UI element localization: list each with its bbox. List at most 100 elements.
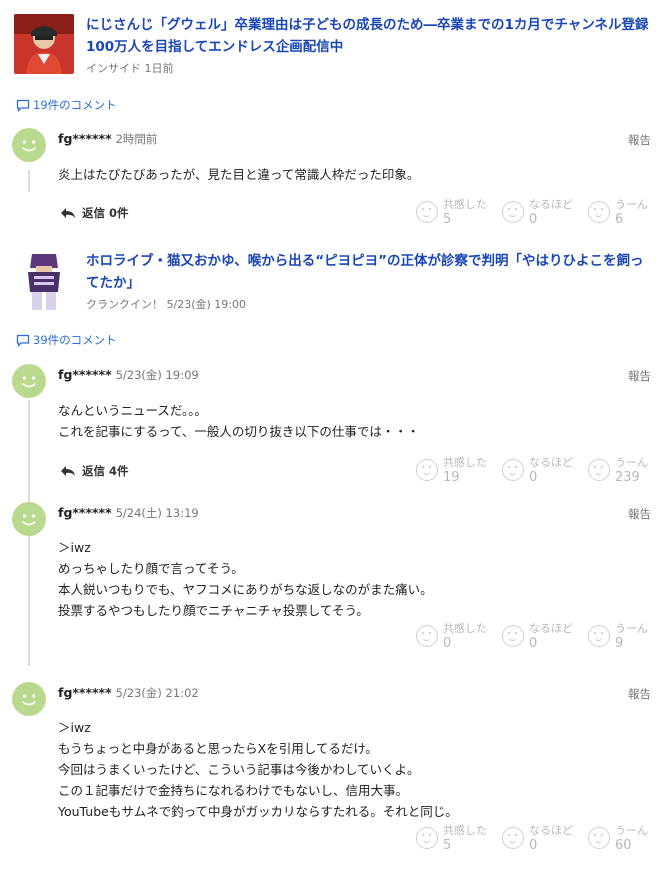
reaction-bar: 共感した 5 なるほど 0 うーん 6 xyxy=(416,198,667,227)
comment-username[interactable]: fg****** xyxy=(58,367,112,382)
article-source: クランクイン！ xyxy=(86,298,163,311)
article-title[interactable]: ホロライブ・猫又おかゆ、喉から出る“ピヨピヨ”の正体が診察で判明「やはりひよこを… xyxy=(86,250,656,294)
reaction-label: 共感した xyxy=(443,622,487,635)
reply-arrow-icon xyxy=(61,208,75,218)
reaction-count: 0 xyxy=(529,838,538,853)
reaction-agree[interactable]: 共感した 0 xyxy=(416,622,502,651)
reaction-insightful[interactable]: なるほど 0 xyxy=(502,456,588,485)
avatar xyxy=(12,128,46,162)
comment-username[interactable]: fg****** xyxy=(58,505,112,520)
reaction-count: 239 xyxy=(615,470,640,485)
report-button[interactable]: 報告 xyxy=(628,132,651,148)
reaction-label: うーん xyxy=(615,456,648,469)
reaction-count: 0 xyxy=(529,212,538,227)
article-card[interactable]: にじさんじ「グウェル」卒業理由は子どもの成長のため―卒業までの1カ月でチャンネル… xyxy=(14,14,656,76)
comment-time: 5/23(金) 21:02 xyxy=(115,686,199,700)
comment-body: ＞iwz めっちゃしたり顔で言ってそう。 本人鋭いつもりでも、ヤフコメにありがち… xyxy=(58,540,433,618)
reaction-hmm[interactable]: うーん 9 xyxy=(588,622,667,651)
comment-username[interactable]: fg****** xyxy=(58,685,112,700)
reaction-label: なるほど xyxy=(529,622,573,635)
thread-line xyxy=(28,170,30,192)
comment-username[interactable]: fg****** xyxy=(58,131,112,146)
reaction-bar: 共感した 0 なるほど 0 うーん 9 xyxy=(416,622,667,651)
article-card[interactable]: ホロライブ・猫又おかゆ、喉から出る“ピヨピヨ”の正体が診察で判明「やはりひよこを… xyxy=(14,250,656,312)
reaction-label: 共感した xyxy=(443,824,487,837)
comment: fg****** 2時間前 報告 炎上はたびたびあったが、見た目と違って常識人枠だ… xyxy=(12,128,657,228)
thinking-icon xyxy=(588,201,610,223)
smile-icon xyxy=(416,827,438,849)
article-meta: クランクイン！ 5/23(金) 19:00 xyxy=(86,296,656,312)
reply-button[interactable]: 返信 0件 xyxy=(60,205,129,221)
comment: fg****** 5/23(金) 19:09 報告 なんというニュースだ。。。 こ… xyxy=(12,364,657,490)
reaction-count: 0 xyxy=(529,636,538,651)
article-thumbnail[interactable] xyxy=(14,14,74,74)
comment-body: なんというニュースだ。。。 これを記事にするって、一般人の切り抜き以下の仕事では… xyxy=(58,403,420,439)
thread-line xyxy=(28,400,30,490)
thinking-icon xyxy=(588,459,610,481)
reply-arrow-icon xyxy=(61,466,75,476)
thinking-icon xyxy=(588,625,610,647)
article-meta: インサイド 1日前 xyxy=(86,60,656,76)
reaction-count: 6 xyxy=(615,212,624,227)
reply-button[interactable]: 返信 4件 xyxy=(60,463,129,479)
reaction-label: なるほど xyxy=(529,456,573,469)
reaction-insightful[interactable]: なるほど 0 xyxy=(502,198,588,227)
article-time: 1日前 xyxy=(144,62,174,75)
comment-body: ＞iwz もうちょっと中身があると思ったらXを引用してるだけ。 今回はうまくいっ… xyxy=(58,720,458,819)
reaction-label: なるほど xyxy=(529,824,573,837)
report-button[interactable]: 報告 xyxy=(628,368,651,384)
smile-icon xyxy=(416,459,438,481)
reaction-agree[interactable]: 共感した 19 xyxy=(416,456,502,485)
comment-count-label: 39件のコメント xyxy=(33,333,117,347)
reaction-count: 5 xyxy=(443,838,452,853)
reaction-bar: 共感した 5 なるほど 0 うーん 60 xyxy=(416,824,667,853)
avatar xyxy=(12,502,46,536)
reply-count: 返信 0件 xyxy=(82,206,129,220)
surprised-icon xyxy=(502,625,524,647)
surprised-icon xyxy=(502,827,524,849)
comment: fg****** 5/23(金) 21:02 報告 ＞iwz もうちょっと中身があ… xyxy=(12,682,657,862)
reaction-label: うーん xyxy=(615,622,648,635)
article-thumbnail[interactable] xyxy=(14,250,74,310)
reaction-count: 9 xyxy=(615,636,624,651)
comment-bubble-icon xyxy=(16,334,30,347)
smile-icon xyxy=(416,625,438,647)
thinking-icon xyxy=(588,827,610,849)
reply-count: 返信 4件 xyxy=(82,464,129,478)
reaction-count: 0 xyxy=(529,470,538,485)
reaction-label: 共感した xyxy=(443,456,487,469)
reaction-hmm[interactable]: うーん 6 xyxy=(588,198,667,227)
comment-time: 5/23(金) 19:09 xyxy=(115,368,199,382)
reaction-insightful[interactable]: なるほど 0 xyxy=(502,824,588,853)
comment-count-link[interactable]: 39件のコメント xyxy=(16,332,117,348)
report-button[interactable]: 報告 xyxy=(628,686,651,702)
reaction-label: うーん xyxy=(615,198,648,211)
surprised-icon xyxy=(502,459,524,481)
reaction-hmm[interactable]: うーん 60 xyxy=(588,824,667,853)
article-source: インサイド xyxy=(86,62,141,75)
reaction-label: なるほど xyxy=(529,198,573,211)
reaction-insightful[interactable]: なるほど 0 xyxy=(502,622,588,651)
comment: fg****** 5/24(土) 13:19 報告 ＞iwz めっちゃしたり顔で言… xyxy=(12,490,657,666)
comment-time: 5/24(土) 13:19 xyxy=(115,506,199,520)
comment-count-label: 19件のコメント xyxy=(33,98,117,112)
comment-count-link[interactable]: 19件のコメント xyxy=(16,97,117,113)
article-title[interactable]: にじさんじ「グウェル」卒業理由は子どもの成長のため―卒業までの1カ月でチャンネル… xyxy=(86,14,656,58)
reaction-label: 共感した xyxy=(443,198,487,211)
reaction-label: うーん xyxy=(615,824,648,837)
report-button[interactable]: 報告 xyxy=(628,506,651,522)
reaction-hmm[interactable]: うーん 239 xyxy=(588,456,667,485)
reaction-count: 60 xyxy=(615,838,632,853)
comment-body: 炎上はたびたびあったが、見た目と違って常識人枠だった印象。 xyxy=(58,167,420,182)
reaction-count: 5 xyxy=(443,212,452,227)
surprised-icon xyxy=(502,201,524,223)
reaction-count: 0 xyxy=(443,636,452,651)
comment-time: 2時間前 xyxy=(115,132,158,146)
reaction-bar: 共感した 19 なるほど 0 うーん 239 xyxy=(416,456,667,485)
smile-icon xyxy=(416,201,438,223)
reaction-count: 19 xyxy=(443,470,460,485)
reaction-agree[interactable]: 共感した 5 xyxy=(416,824,502,853)
avatar xyxy=(12,364,46,398)
reaction-agree[interactable]: 共感した 5 xyxy=(416,198,502,227)
comment-bubble-icon xyxy=(16,99,30,112)
